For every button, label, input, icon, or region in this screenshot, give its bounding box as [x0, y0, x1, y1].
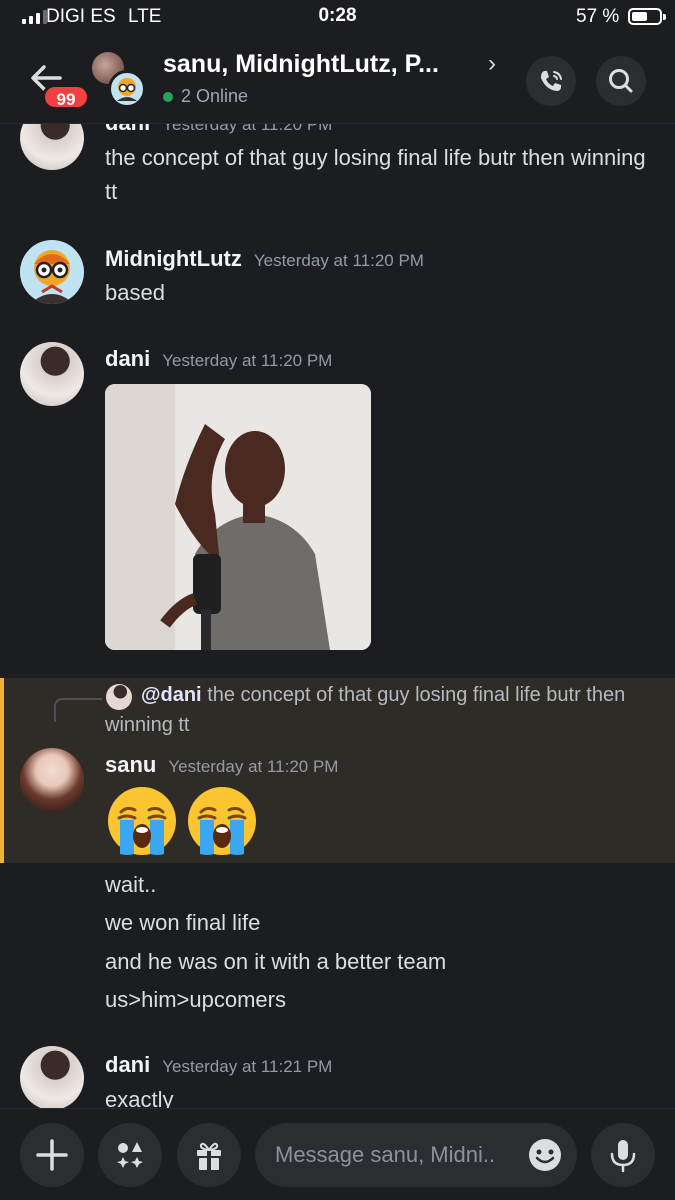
message-author[interactable]: MidnightLutz Yesterday at 11:20 PM — [105, 246, 424, 272]
message-text: and he was on it with a better team — [105, 949, 447, 974]
message-timestamp: Yesterday at 11:21 PM — [162, 1057, 333, 1076]
message-timestamp: Yesterday at 11:20 PM — [162, 124, 333, 134]
message-author[interactable]: daniYesterday at 11:20 PM — [105, 124, 332, 136]
message-text: we won final life — [105, 910, 261, 935]
emoji-face-icon[interactable] — [527, 1137, 563, 1173]
message-text: us>him>upcomers — [105, 987, 286, 1012]
group-avatar-secondary — [108, 70, 146, 108]
message-text: wait.. — [105, 872, 157, 897]
chevron-right-icon[interactable]: › — [488, 50, 496, 78]
search-icon — [609, 69, 633, 93]
online-status: 2 Online — [163, 86, 248, 107]
add-attachment-button[interactable] — [20, 1123, 84, 1187]
plus-icon — [36, 1139, 68, 1171]
composer-bar — [0, 1108, 675, 1200]
message-timestamp: Yesterday at 11:20 PM — [162, 351, 333, 370]
gif-image[interactable] — [105, 384, 371, 650]
message-author[interactable]: dani Yesterday at 11:21 PM — [105, 1052, 332, 1078]
loudly-crying-face-icon — [105, 784, 179, 858]
message-text: exactly — [105, 1087, 174, 1108]
message-author[interactable]: daniYesterday at 11:20 PM — [105, 346, 332, 372]
message-timestamp: Yesterday at 11:20 PM — [168, 757, 339, 776]
reply-preview[interactable]: @dani the concept of that guy losing fin… — [105, 680, 650, 740]
unread-badge: 99 — [42, 84, 90, 110]
avatar[interactable] — [20, 124, 84, 170]
reply-connector — [54, 698, 102, 722]
call-button[interactable] — [526, 56, 576, 106]
avatar[interactable] — [20, 1046, 84, 1108]
channel-header: 99 sanu, MidnightLutz, P... › 2 Online — [0, 34, 675, 124]
online-dot-icon — [163, 91, 173, 102]
phone-call-icon — [541, 71, 562, 91]
clock: 0:28 — [318, 5, 357, 26]
voice-message-button[interactable] — [591, 1123, 655, 1187]
message-input-container[interactable] — [255, 1123, 577, 1187]
online-count: 2 Online — [181, 86, 249, 106]
search-button[interactable] — [596, 56, 646, 106]
message-author[interactable]: sanu Yesterday at 11:20 PM — [105, 752, 338, 778]
battery-percent: 57 % — [576, 6, 620, 27]
avatar[interactable] — [20, 240, 84, 304]
battery-icon — [628, 8, 666, 25]
gift-button[interactable] — [177, 1123, 241, 1187]
apps-button[interactable] — [98, 1123, 162, 1187]
apps-icon — [117, 1142, 143, 1168]
message-list[interactable]: daniYesterday at 11:20 PM the concept of… — [0, 124, 675, 1108]
message-timestamp: Yesterday at 11:20 PM — [253, 251, 424, 270]
reply-mention[interactable]: @dani — [141, 684, 202, 706]
loudly-crying-face-icon — [185, 784, 259, 858]
microphone-icon — [610, 1140, 636, 1173]
status-bar: DIGI ES LTE 0:28 57 % — [0, 0, 675, 34]
avatar[interactable] — [20, 342, 84, 406]
message-text: the concept of that guy losing final lif… — [105, 145, 646, 204]
message-input[interactable] — [275, 1123, 525, 1187]
avatar[interactable] — [20, 748, 84, 812]
message-text: based — [105, 280, 165, 305]
channel-title[interactable]: sanu, MidnightLutz, P... — [163, 50, 439, 79]
gift-icon — [197, 1142, 221, 1170]
